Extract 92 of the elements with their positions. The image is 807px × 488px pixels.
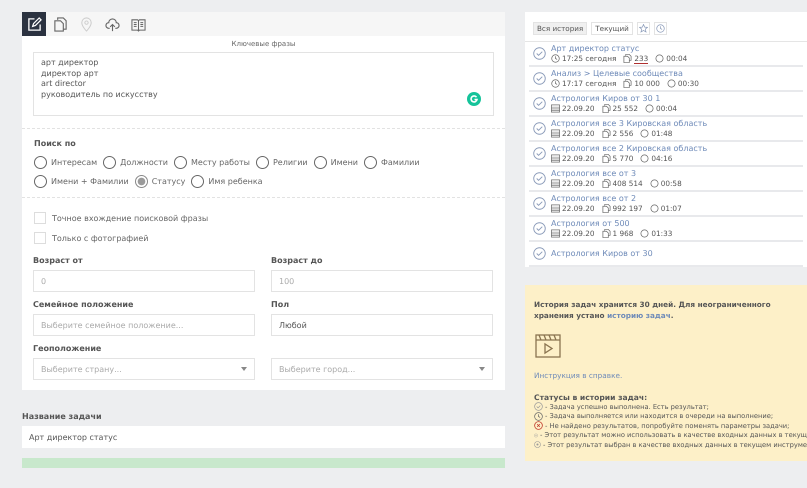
radio-label[interactable]: Должности xyxy=(120,158,168,167)
documents-icon xyxy=(602,154,610,163)
radio-button[interactable] xyxy=(364,156,377,169)
check-circle-icon xyxy=(533,222,546,235)
radio-label[interactable]: Имени xyxy=(330,158,358,167)
radio-button[interactable] xyxy=(34,175,47,188)
dot-circle-icon xyxy=(534,440,541,450)
radio-label[interactable]: Месту работы xyxy=(191,158,250,167)
duration-icon xyxy=(640,129,650,138)
check-circle-icon xyxy=(533,97,546,110)
keywords-field[interactable]: арт директор директор арт art director руководитель по искусству xyxy=(33,52,494,116)
radio-button[interactable] xyxy=(191,175,204,188)
recent-button[interactable] xyxy=(654,22,667,35)
radio-button[interactable] xyxy=(34,156,47,169)
check-circle-icon xyxy=(533,47,546,60)
clock-icon xyxy=(534,412,543,421)
duration-icon xyxy=(666,79,676,88)
radio-label[interactable]: Религии xyxy=(272,158,308,167)
history-item-link[interactable]: Астрология Киров от 30 1 xyxy=(551,94,682,104)
tab[interactable] xyxy=(22,12,46,36)
calendar-icon xyxy=(551,229,560,238)
history-item-link[interactable]: Астрология все 2 Кировская область xyxy=(551,144,708,154)
documents-icon xyxy=(623,54,632,63)
radio-button[interactable] xyxy=(256,156,269,169)
documents-icon xyxy=(52,16,68,32)
dropdown-caret-icon xyxy=(241,367,247,371)
edit-icon xyxy=(26,16,42,32)
check-circle-icon xyxy=(533,247,546,260)
calendar-icon xyxy=(551,179,560,188)
radio-button[interactable] xyxy=(134,175,148,188)
field-label: Возраст до xyxy=(271,256,324,267)
calendar-icon xyxy=(551,204,560,213)
check-circle-icon xyxy=(533,72,546,85)
documents-icon xyxy=(602,229,610,238)
history-item-link[interactable]: Астрология все от 2 xyxy=(551,194,687,204)
video-icon[interactable] xyxy=(535,334,561,358)
location-pin-icon xyxy=(78,16,94,32)
check-circle-icon xyxy=(533,147,546,160)
task-name-label: Название задачи xyxy=(22,412,103,421)
duration-icon xyxy=(645,104,654,113)
documents-icon xyxy=(602,204,610,213)
calendar-icon xyxy=(551,129,560,138)
clock-icon xyxy=(551,79,560,88)
checkbox[interactable] xyxy=(34,212,46,224)
field-label: Геоположение xyxy=(33,344,102,355)
task-name-field[interactable]: Арт директор статус xyxy=(22,426,505,448)
radio-label[interactable]: Фамилии xyxy=(381,158,420,167)
checkbox-label[interactable]: Точное вхождение поисковой фразы xyxy=(52,214,208,222)
radio-label[interactable]: Статусу xyxy=(152,177,186,186)
history-item-link[interactable]: Астрология от 500 xyxy=(551,219,678,229)
plus-circle-icon xyxy=(534,430,538,440)
search-by-label: Поиск по xyxy=(34,139,77,148)
documents-icon xyxy=(602,179,610,188)
documents-icon xyxy=(602,104,610,113)
check-circle-icon xyxy=(534,402,543,412)
field-label: Пол xyxy=(271,300,290,311)
duration-icon xyxy=(655,54,664,63)
cross-circle-icon xyxy=(534,421,543,430)
calendar-icon xyxy=(551,154,560,163)
duration-icon xyxy=(640,229,650,238)
radio-button[interactable] xyxy=(174,156,187,169)
clock-icon xyxy=(656,24,665,33)
book-icon xyxy=(130,16,146,32)
checkbox-label[interactable]: Только с фотографией xyxy=(52,234,148,242)
check-circle-icon xyxy=(533,122,546,135)
radio-label[interactable]: Имени + Фамилии xyxy=(51,177,129,186)
cloud-upload-icon xyxy=(104,16,120,32)
duration-icon xyxy=(650,204,659,213)
check-circle-icon xyxy=(533,197,546,210)
field-label: Возраст от xyxy=(33,256,84,267)
history-item-link[interactable]: Астрология все 3 Кировская область xyxy=(551,119,708,129)
duration-icon xyxy=(650,179,659,188)
favorites-button[interactable] xyxy=(636,22,650,35)
calendar-icon xyxy=(551,104,560,113)
clock-icon xyxy=(551,54,560,63)
history-item-link[interactable]: Астрология все от 3 xyxy=(551,169,687,179)
radio-button[interactable] xyxy=(103,156,116,169)
documents-icon xyxy=(623,79,632,88)
star-icon xyxy=(638,24,648,33)
checkbox[interactable] xyxy=(34,232,46,244)
field-label: Семейное положение xyxy=(33,300,134,311)
documents-icon xyxy=(602,129,610,138)
check-circle-icon xyxy=(533,172,546,185)
history-item-link[interactable]: Астрология Киров от 30 xyxy=(551,248,653,258)
radio-button[interactable] xyxy=(314,156,327,169)
duration-icon xyxy=(640,154,650,163)
radio-label[interactable]: Имя ребенка xyxy=(208,177,263,186)
dropdown-caret-icon xyxy=(479,367,485,371)
input-field[interactable]: Любой xyxy=(271,314,493,336)
radio-label[interactable]: Интересам xyxy=(51,158,98,167)
history-item-link[interactable]: Арт директор статус xyxy=(551,44,692,54)
history-item-link[interactable]: Анализ > Целевые сообщества xyxy=(551,69,704,79)
